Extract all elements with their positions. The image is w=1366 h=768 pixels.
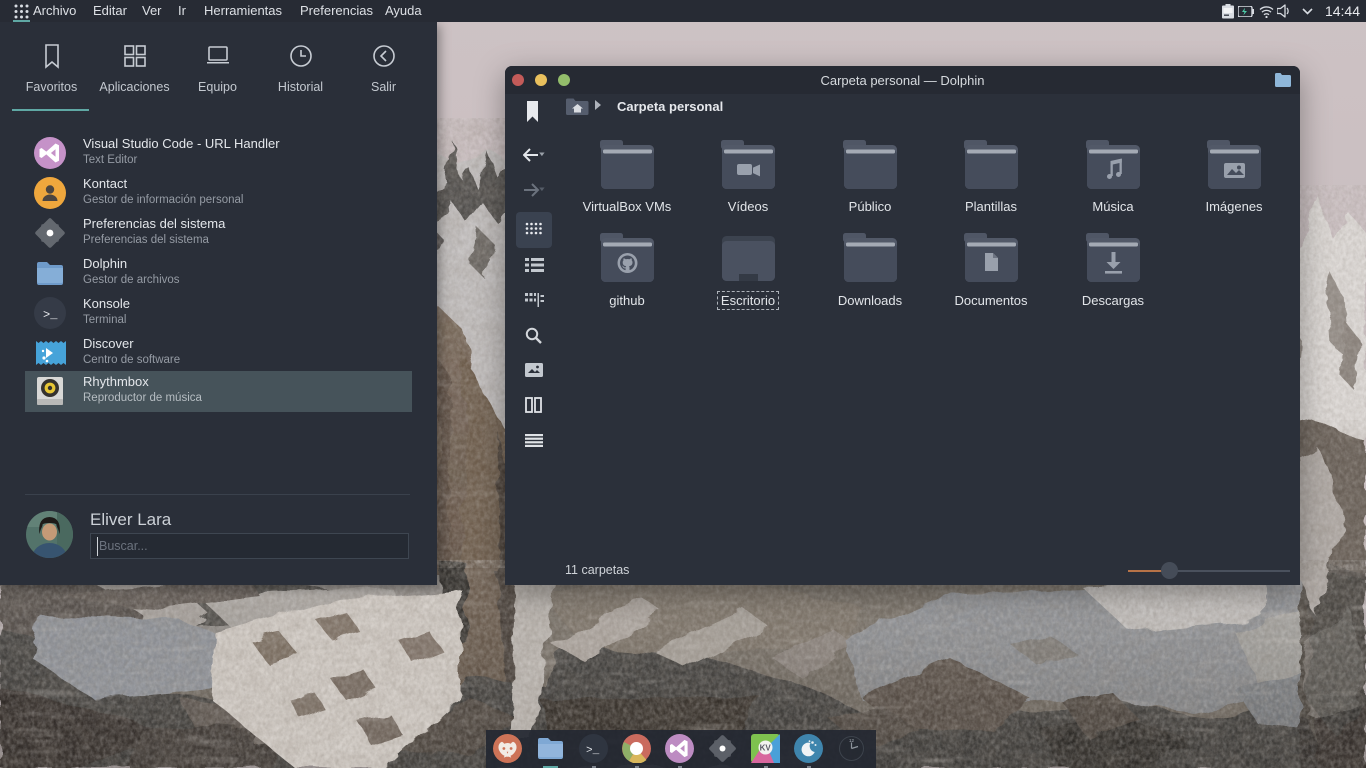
svg-text:>_: >_	[43, 308, 58, 322]
svg-text:12: 12	[849, 738, 855, 743]
svg-text:KV: KV	[760, 744, 772, 753]
svg-text:>_: >_	[586, 745, 600, 757]
